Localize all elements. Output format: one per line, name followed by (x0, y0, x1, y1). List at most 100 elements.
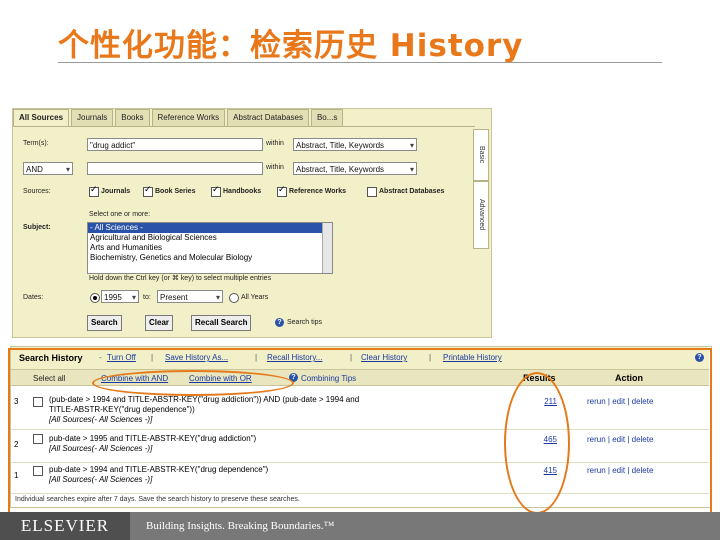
search-history-panel: Search History - Turn Off | Save History… (10, 346, 712, 508)
row-results-link[interactable]: 415 (527, 466, 557, 475)
tab-reference-works[interactable]: Reference Works (151, 109, 226, 126)
row-actions[interactable]: rerun | edit | delete (587, 466, 653, 475)
recall-history-link[interactable]: Recall History... (267, 353, 322, 362)
subject-option[interactable]: Arts and Humanities (88, 243, 332, 253)
turn-off-link[interactable]: Turn Off (107, 353, 136, 362)
row-query: pub-date > 1995 and TITLE-ABSTR-KEY("dru… (49, 434, 489, 454)
all-years-radio[interactable] (229, 293, 239, 303)
source-journals-checkbox[interactable] (89, 184, 99, 197)
row-checkbox[interactable] (33, 397, 43, 407)
combine-or-link[interactable]: Combine with OR (189, 374, 252, 383)
history-row: 1 pub-date > 1994 and TITLE-ABSTR-KEY("d… (11, 463, 709, 494)
tab-journals[interactable]: Journals (71, 109, 114, 126)
row-checkbox[interactable] (33, 434, 43, 444)
within1-select[interactable]: Abstract, Title, Keywords (293, 138, 417, 151)
query-source: [All Sources(- All Sciences -)] (49, 415, 153, 424)
advanced-search-tab[interactable]: Advanced (473, 181, 489, 249)
help-icon[interactable]: ? (695, 353, 704, 362)
source-abstract-databases-label: Abstract Databases (379, 188, 445, 195)
source-reference-works-label: Reference Works (289, 188, 347, 195)
subject-option[interactable]: Biochemistry, Genetics and Molecular Bio… (88, 253, 332, 263)
ctrl-hint: Hold down the Ctrl key (or ⌘ key) to sel… (89, 275, 272, 282)
select-all-label[interactable]: Select all (33, 374, 65, 383)
help-icon[interactable]: ? (275, 318, 284, 327)
date-to-select[interactable]: Present (157, 290, 223, 303)
source-abstract-databases-checkbox[interactable] (367, 187, 377, 197)
dates-label: Dates: (23, 294, 44, 301)
clear-history-link[interactable]: Clear History (361, 353, 407, 362)
to-label: to: (143, 294, 151, 301)
subject-option[interactable]: - All Sciences - (88, 223, 332, 233)
separator: - (99, 353, 102, 362)
source-handbooks-label: Handbooks (223, 188, 262, 195)
separator: | (429, 353, 432, 362)
row-query: (pub-date > 1994 and TITLE-ABSTR-KEY("dr… (49, 395, 489, 425)
save-history-link[interactable]: Save History As... (165, 353, 228, 362)
history-header: Search History - Turn Off | Save History… (11, 347, 709, 370)
subject-label: Subject: (23, 224, 51, 231)
query-text: (pub-date > 1994 and TITLE-ABSTR-KEY("dr… (49, 395, 360, 414)
search-form: Term(s): "drug addict" within Abstract, … (13, 126, 489, 338)
separator: | (350, 353, 353, 362)
within1-label: within (266, 140, 284, 147)
elsevier-logo: ELSEVIER (0, 512, 130, 540)
query-text: pub-date > 1995 and TITLE-ABSTR-KEY("dru… (49, 434, 257, 443)
row-number: 2 (14, 440, 19, 449)
tab-books-series[interactable]: Bo...s (310, 109, 344, 126)
sources-label: Sources: (23, 188, 51, 195)
all-years-label: All Years (241, 294, 269, 301)
combining-tips-link[interactable]: Combining Tips (301, 374, 356, 383)
search-panel: All Sources Journals Books Reference Wor… (12, 108, 492, 338)
subject-listbox[interactable]: - All Sciences - Agricultural and Biolog… (87, 222, 333, 274)
printable-history-link[interactable]: Printable History (443, 353, 502, 362)
history-footnote: Individual searches expire after 7 days.… (15, 496, 300, 503)
row-number: 3 (14, 397, 19, 406)
history-row: 3 (pub-date > 1994 and TITLE-ABSTR-KEY("… (11, 387, 709, 430)
date-from-select[interactable]: 1995 (101, 290, 139, 303)
separator: | (151, 353, 154, 362)
separator: | (255, 353, 258, 362)
row-results-link[interactable]: 211 (527, 397, 557, 406)
search-tips-link[interactable]: Search tips (287, 319, 322, 326)
action-column-header: Action (615, 373, 643, 383)
within2-label: within (266, 164, 284, 171)
date-range-radio[interactable] (90, 293, 100, 303)
search-button[interactable]: Search (87, 315, 122, 331)
slide-title: 个性化功能：检索历史 History (58, 28, 524, 64)
results-column-header: Results (523, 373, 556, 383)
term2-input[interactable] (87, 162, 263, 175)
tab-all-sources[interactable]: All Sources (13, 109, 70, 126)
title-divider (58, 62, 662, 63)
source-book-series-label: Book Series (155, 188, 196, 195)
query-text: pub-date > 1994 and TITLE-ABSTR-KEY("dru… (49, 465, 269, 474)
within2-select[interactable]: Abstract, Title, Keywords (293, 162, 417, 175)
row-checkbox[interactable] (33, 466, 43, 476)
tab-books[interactable]: Books (115, 109, 150, 126)
source-handbooks-checkbox[interactable] (211, 184, 221, 197)
source-tabs: All Sources Journals Books Reference Wor… (13, 109, 345, 126)
recall-search-button[interactable]: Recall Search (191, 315, 252, 331)
row-actions[interactable]: rerun | edit | delete (587, 397, 653, 406)
row-actions[interactable]: rerun | edit | delete (587, 435, 653, 444)
tab-abstract-databases[interactable]: Abstract Databases (227, 109, 309, 126)
basic-search-tab[interactable]: Basic (473, 129, 489, 181)
source-journals-label: Journals (101, 188, 131, 195)
query-source: [All Sources(- All Sciences -)] (49, 444, 153, 453)
help-icon[interactable]: ? (289, 373, 298, 382)
footer-tagline: Building Insights. Breaking Boundaries.™ (146, 520, 335, 532)
term1-input[interactable]: "drug addict" (87, 138, 263, 151)
listbox-scrollbar[interactable] (322, 223, 332, 273)
clear-button[interactable]: Clear (145, 315, 174, 331)
source-book-series-checkbox[interactable] (143, 184, 153, 197)
operator-select[interactable]: AND (23, 162, 73, 175)
terms-label: Term(s): (23, 140, 49, 147)
slide-footer: ELSEVIER Building Insights. Breaking Bou… (0, 512, 720, 540)
subject-option[interactable]: Agricultural and Biological Sciences (88, 233, 332, 243)
source-reference-works-checkbox[interactable] (277, 184, 287, 197)
row-results-link[interactable]: 465 (527, 435, 557, 444)
history-row: 2 pub-date > 1995 and TITLE-ABSTR-KEY("d… (11, 430, 709, 463)
subject-hint: Select one or more: (89, 211, 151, 218)
history-title: Search History (19, 353, 83, 363)
history-toolbar: Select all Combine with AND Combine with… (11, 370, 709, 386)
combine-and-link[interactable]: Combine with AND (101, 374, 168, 383)
